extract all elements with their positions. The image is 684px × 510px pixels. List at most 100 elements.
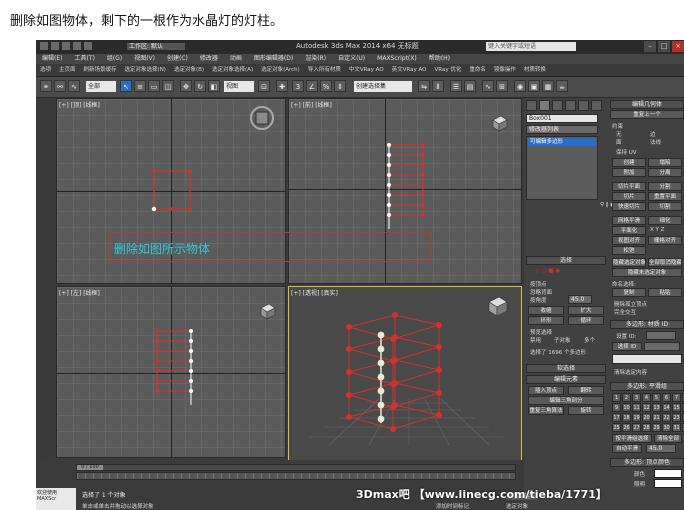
motion-tab-icon[interactable]	[565, 100, 576, 111]
material-name-dropdown[interactable]	[612, 354, 682, 364]
shrink-button[interactable]: 收缩	[528, 306, 564, 315]
smoothing-group-button[interactable]: 20	[642, 413, 651, 422]
menu-views[interactable]: 视图(V)	[128, 54, 161, 64]
split-button[interactable]: 分割	[648, 182, 682, 191]
modify-tab-icon[interactable]	[539, 100, 550, 111]
window-crossing-icon[interactable]: ◫	[162, 80, 174, 92]
rendered-frame-icon[interactable]: ▦	[542, 80, 554, 92]
constraint-none-radio[interactable]: 无	[616, 130, 622, 138]
clear-selection-checkbox[interactable]: 清除选定内容	[614, 368, 647, 376]
detach-button[interactable]: 分离	[648, 168, 682, 177]
smoothing-group-button[interactable]: 29	[652, 423, 661, 432]
menu-create[interactable]: 创建(C)	[161, 54, 194, 64]
viewport-left[interactable]: [+] [左] [线框]	[56, 286, 286, 458]
select-by-name-icon[interactable]: ≡	[134, 80, 146, 92]
meshsmooth-button[interactable]: 网格平滑	[612, 216, 646, 225]
maximize-button[interactable]: □	[658, 41, 670, 52]
menu-help[interactable]: 帮助(H)	[423, 54, 456, 64]
flip-button[interactable]: 翻转	[568, 386, 604, 395]
edit-geometry-rollout[interactable]: 编辑几何体	[610, 100, 684, 109]
smoothing-group-button[interactable]: 22	[662, 413, 671, 422]
angle-snap-icon[interactable]: ∠	[306, 80, 318, 92]
smoothing-group-button[interactable]: 27	[632, 423, 641, 432]
material-editor-icon[interactable]: ◉	[514, 80, 526, 92]
close-button[interactable]: ×	[672, 41, 684, 52]
ribbon-item[interactable]: 中文VRay AO	[345, 64, 388, 76]
grow-button[interactable]: 扩大	[568, 306, 604, 315]
unlink-icon[interactable]: ⚯	[54, 80, 66, 92]
smoothing-group-button[interactable]: 9	[612, 403, 621, 412]
viewcube-icon[interactable]	[485, 293, 511, 319]
smoothing-group-button[interactable]: 3	[632, 393, 641, 402]
smoothing-group-button[interactable]: 11	[632, 403, 641, 412]
edit-elements-rollout[interactable]: 编辑元素	[526, 375, 606, 384]
smoothing-group-button[interactable]: 13	[652, 403, 661, 412]
grid-align-button[interactable]: 栅格对齐	[648, 236, 682, 245]
constraint-normal-radio[interactable]: 法线	[650, 138, 661, 146]
preview-multi-radio[interactable]: 多个	[584, 336, 595, 344]
selection-rollout[interactable]: 选择	[526, 256, 606, 265]
smoothing-group-button[interactable]: 25	[612, 423, 621, 432]
smoothing-group-button[interactable]: 21	[652, 413, 661, 422]
menu-customize[interactable]: 自定义(U)	[332, 54, 371, 64]
subobject-level-icons[interactable]: · ◇ ▢ ■ ◆	[532, 268, 560, 274]
by-vertex-checkbox[interactable]: 按顶点	[530, 280, 547, 288]
constraint-face-radio[interactable]: 面	[616, 138, 622, 146]
smoothing-group-button[interactable]: 4	[642, 393, 651, 402]
create-button[interactable]: 创建	[612, 158, 646, 167]
planar-axes[interactable]: X Y Z	[650, 227, 664, 233]
preview-subobject-radio[interactable]: 子对象	[554, 336, 571, 344]
ribbon-item[interactable]: 主页面	[55, 64, 80, 76]
unhide-all-button[interactable]: 全部取消隐藏	[648, 258, 682, 267]
modifier-list-dropdown[interactable]: 修改器列表	[526, 125, 598, 134]
search-input[interactable]: 键入关键字或短语	[486, 42, 576, 51]
workspace-dropdown[interactable]: 工作区: 默认	[126, 42, 186, 51]
menu-edit[interactable]: 编辑(E)	[36, 54, 68, 64]
delete-isolated-checkbox[interactable]: 删除孤立顶点	[614, 300, 647, 308]
menu-graph-editors[interactable]: 图形编辑器(D)	[248, 54, 299, 64]
edit-triangulation-button[interactable]: 编辑三角剖分	[528, 396, 604, 405]
smoothing-group-button[interactable]: 26	[622, 423, 631, 432]
smoothing-group-button[interactable]: 17	[612, 413, 621, 422]
viewcube-icon[interactable]	[249, 105, 275, 131]
ribbon-item[interactable]: 重命名	[465, 64, 490, 76]
repeat-last-button[interactable]: 重复上一个	[610, 110, 684, 119]
ribbon-item[interactable]: 选定对象选择(N)	[121, 64, 170, 76]
ribbon-item[interactable]: 选项	[36, 64, 55, 76]
by-angle-checkbox[interactable]: 按角度	[530, 296, 547, 304]
menu-rendering[interactable]: 渲染(R)	[299, 54, 332, 64]
move-icon[interactable]: ✥	[180, 80, 192, 92]
constraint-edge-radio[interactable]: 边	[650, 130, 656, 138]
smoothing-group-button[interactable]: 18	[622, 413, 631, 422]
ribbon-item[interactable]: 导入所有材质	[304, 64, 345, 76]
smoothing-group-button[interactable]: 12	[642, 403, 651, 412]
curve-editor-icon[interactable]: ∿	[482, 80, 494, 92]
viewport-perspective[interactable]: [+] [透视] [真实]	[288, 286, 522, 462]
time-slider[interactable]: 0 / 100	[76, 464, 516, 471]
menu-modifiers[interactable]: 修改器	[194, 54, 224, 64]
slice-button[interactable]: 切片	[612, 192, 646, 201]
layer-manager-icon[interactable]: ☰	[450, 80, 462, 92]
smoothing-group-button[interactable]: 14	[662, 403, 671, 412]
hide-selected-button[interactable]: 隐藏选定对象	[612, 258, 646, 267]
minimize-button[interactable]: –	[644, 41, 656, 52]
modifier-stack[interactable]: 可编辑多边形	[526, 136, 598, 200]
auto-smooth-button[interactable]: 自动平滑	[612, 444, 642, 453]
bind-spacewarp-icon[interactable]: ∿	[68, 80, 80, 92]
open-icon[interactable]	[51, 42, 59, 50]
display-tab-icon[interactable]	[578, 100, 589, 111]
ribbon-item[interactable]: 材质转换	[520, 64, 550, 76]
menu-animation[interactable]: 动画	[224, 54, 248, 64]
create-tab-icon[interactable]	[526, 100, 537, 111]
full-interactivity-checkbox[interactable]: 完全交互	[614, 308, 636, 316]
smoothing-group-button[interactable]: 6	[662, 393, 671, 402]
ribbon-item[interactable]: VRay 优化	[431, 64, 466, 76]
hide-unselected-button[interactable]: 隐藏未选定对象	[612, 268, 682, 277]
ring-button[interactable]: 环形	[528, 316, 564, 325]
make-planar-button[interactable]: 平面化	[612, 226, 646, 235]
smoothing-group-button[interactable]: 10	[622, 403, 631, 412]
graphite-icon[interactable]: ▤	[464, 80, 476, 92]
vertex-color-swatch[interactable]	[654, 469, 682, 478]
render-setup-icon[interactable]: ▣	[528, 80, 540, 92]
smoothing-group-button[interactable]: 7	[672, 393, 681, 402]
